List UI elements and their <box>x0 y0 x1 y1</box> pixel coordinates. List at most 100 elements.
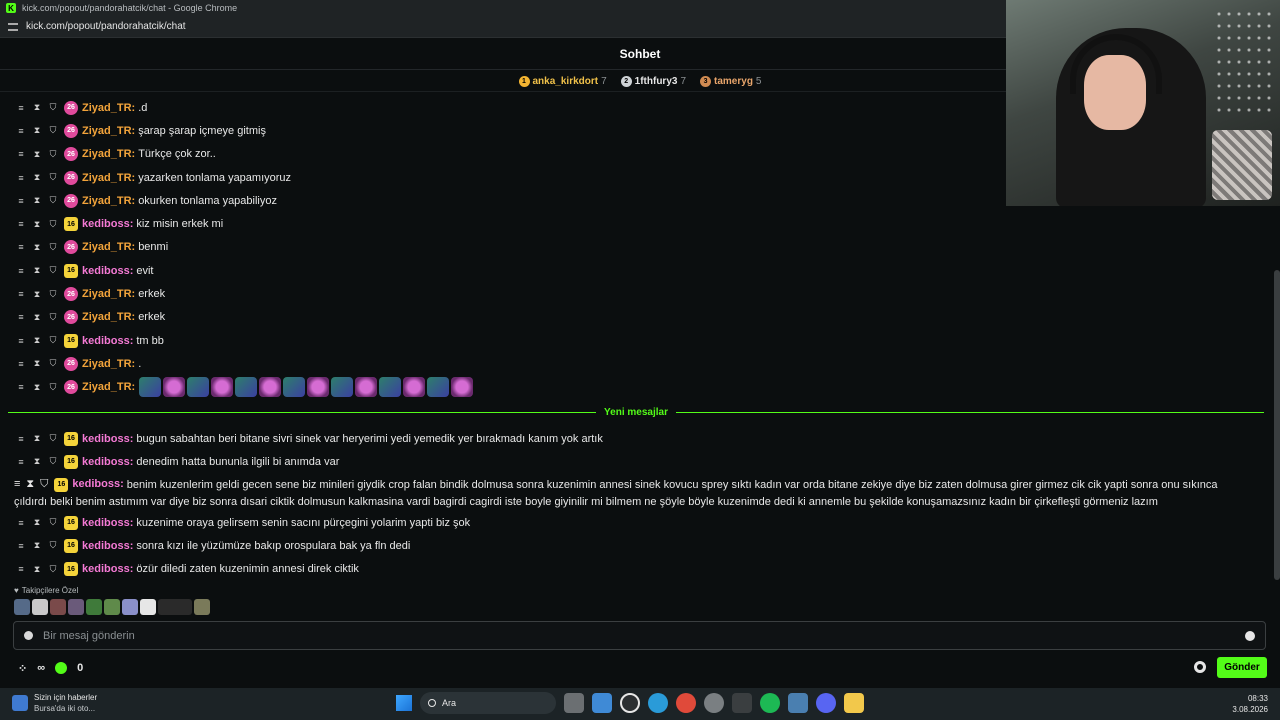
chat-username[interactable]: Ziyad_TR <box>82 358 132 370</box>
spotify-icon[interactable] <box>760 693 780 713</box>
emote-icon[interactable] <box>194 599 210 615</box>
emote-icon[interactable] <box>14 599 30 615</box>
ban-shield-icon[interactable]: ⛉ <box>48 433 58 444</box>
emote-icon[interactable] <box>122 599 138 615</box>
pin-message-icon[interactable]: ≡ <box>16 434 26 444</box>
ban-shield-icon[interactable]: ⛉ <box>48 172 58 183</box>
leaderboard-username[interactable]: 1fthfury3 <box>635 76 678 87</box>
emote-icon[interactable] <box>158 599 192 615</box>
chat-username[interactable]: kediboss <box>82 456 130 468</box>
file-explorer-icon[interactable] <box>844 693 864 713</box>
chat-username[interactable]: kediboss <box>82 335 130 347</box>
timeout-icon[interactable]: ⧗ <box>32 564 42 575</box>
ban-shield-icon[interactable]: ⛉ <box>48 358 58 369</box>
chat-message[interactable]: ≡ ⧗ ⛉ 26 Ziyad_TR:. <box>0 352 1272 375</box>
send-button[interactable]: Gönder <box>1217 657 1267 678</box>
emote-icon[interactable] <box>379 377 402 398</box>
chat-username[interactable]: kediboss <box>82 540 130 552</box>
emoji-picker-icon[interactable] <box>1245 630 1255 641</box>
ban-shield-icon[interactable]: ⛉ <box>48 540 58 551</box>
ban-shield-icon[interactable]: ⛉ <box>48 265 58 276</box>
emote-icon[interactable] <box>427 377 450 398</box>
chat-message[interactable]: ≡ ⧗ ⛉ 26 Ziyad_TR: erkek <box>0 282 1272 305</box>
ban-shield-icon[interactable]: ⛉ <box>40 476 48 493</box>
pin-message-icon[interactable]: ≡ <box>16 196 26 206</box>
emote-icon[interactable] <box>259 377 282 398</box>
ban-shield-icon[interactable]: ⛉ <box>48 335 58 346</box>
emote-icon[interactable] <box>163 377 186 398</box>
user-badges-icon[interactable]: ⁘ <box>18 662 27 675</box>
pin-message-icon[interactable]: ≡ <box>16 312 26 322</box>
emote-icon[interactable] <box>86 599 102 615</box>
emote-icon[interactable] <box>50 599 66 615</box>
chat-username[interactable]: Ziyad_TR <box>82 172 132 184</box>
chat-message[interactable]: ≡ ⧗ ⛉ 26 Ziyad_TR: <box>0 376 1272 399</box>
ban-shield-icon[interactable]: ⛉ <box>48 517 58 528</box>
emote-icon[interactable] <box>355 377 378 398</box>
pin-message-icon[interactable]: ≡ <box>16 219 26 229</box>
chat-username[interactable]: Ziyad_TR <box>82 288 132 300</box>
steam-icon[interactable] <box>788 693 808 713</box>
pin-message-icon[interactable]: ≡ <box>16 564 26 574</box>
pin-message-icon[interactable]: ≡ <box>16 173 26 183</box>
timeout-icon[interactable]: ⧗ <box>32 172 42 183</box>
emote-icon[interactable] <box>451 377 474 398</box>
ban-shield-icon[interactable]: ⛉ <box>48 219 58 230</box>
pin-message-icon[interactable]: ≡ <box>16 266 26 276</box>
pin-message-icon[interactable]: ≡ <box>16 518 26 528</box>
timeout-icon[interactable]: ⧗ <box>32 125 42 136</box>
pin-message-icon[interactable]: ≡ <box>16 336 26 346</box>
chat-message[interactable]: ≡ ⧗ ⛉ 26 Ziyad_TR: erkek <box>0 306 1272 329</box>
app-icon[interactable] <box>704 693 724 713</box>
chat-username[interactable]: kediboss <box>82 433 130 445</box>
leaderboard-username[interactable]: tameryg <box>714 76 753 87</box>
timeout-icon[interactable]: ⧗ <box>32 195 42 206</box>
pin-message-icon[interactable]: ≡ <box>16 457 26 467</box>
chat-username[interactable]: Ziyad_TR <box>82 381 132 393</box>
timeout-icon[interactable]: ⧗ <box>32 358 42 369</box>
timeout-icon[interactable]: ⧗ <box>32 456 42 467</box>
timeout-icon[interactable]: ⧗ <box>32 149 42 160</box>
kick-points-icon[interactable] <box>55 662 68 674</box>
pin-message-icon[interactable]: ≡ <box>16 103 26 113</box>
ban-shield-icon[interactable]: ⛉ <box>48 312 58 323</box>
timeout-icon[interactable]: ⧗ <box>32 242 42 253</box>
chat-username[interactable]: kediboss <box>72 476 120 493</box>
chat-message[interactable]: ≡ ⧗ ⛉ 16 kediboss: tm bb <box>0 329 1272 352</box>
ban-shield-icon[interactable]: ⛉ <box>48 456 58 467</box>
windows-start-icon[interactable] <box>396 695 412 711</box>
ban-shield-icon[interactable]: ⛉ <box>48 289 58 300</box>
chatgpt-icon[interactable] <box>620 693 640 713</box>
pin-message-icon[interactable]: ≡ <box>16 149 26 159</box>
emote-icon[interactable] <box>139 377 162 398</box>
ban-shield-icon[interactable]: ⛉ <box>48 149 58 160</box>
chat-username[interactable]: Ziyad_TR <box>82 148 132 160</box>
ban-shield-icon[interactable]: ⛉ <box>48 125 58 136</box>
chat-username[interactable]: Ziyad_TR <box>82 195 132 207</box>
emote-icon[interactable] <box>235 377 258 398</box>
obs-icon[interactable] <box>732 693 752 713</box>
ban-shield-icon[interactable]: ⛉ <box>48 564 58 575</box>
chat-message[interactable]: ≡ ⧗ ⛉ 16 kediboss: sonra kızı ile yüzümüze ba… <box>0 534 1272 557</box>
ban-shield-icon[interactable]: ⛉ <box>48 102 58 113</box>
chat-message[interactable]: ≡ ⧗ ⛉ 16 kediboss: kuzenime oraya gelirsem se… <box>0 511 1272 534</box>
pin-message-icon[interactable]: ≡ <box>16 359 26 369</box>
chat-username[interactable]: kediboss <box>82 517 130 529</box>
chat-message-input[interactable] <box>43 629 1235 642</box>
chat-message[interactable]: ≡ ⧗ ⛉ 16 kediboss: kiz misin erkek mi <box>0 212 1272 235</box>
chat-message[interactable]: ≡ ⧗ ⛉ 16 kediboss: özür diledi zaten kuzenimi… <box>0 557 1272 580</box>
timeout-icon[interactable]: ⧗ <box>26 476 34 493</box>
edge-icon[interactable] <box>648 693 668 713</box>
chat-message[interactable]: ≡ ⧗ ⛉ 16 kediboss: denedim hatta bununla ilgi… <box>0 450 1272 473</box>
chat-input-box[interactable] <box>13 621 1266 650</box>
timeout-icon[interactable]: ⧗ <box>32 289 42 300</box>
emote-icon[interactable] <box>283 377 306 398</box>
taskbar-search[interactable]: Ara <box>420 692 556 714</box>
timeout-icon[interactable]: ⧗ <box>32 312 42 323</box>
emote-icon[interactable] <box>307 377 330 398</box>
pin-message-icon[interactable]: ≡ <box>16 242 26 252</box>
chat-message[interactable]: ≡ ⧗ ⛉ 16 kediboss: evit <box>0 259 1272 282</box>
emote-icon[interactable] <box>104 599 120 615</box>
pin-message-icon[interactable]: ≡ <box>16 289 26 299</box>
chrome-icon[interactable] <box>676 693 696 713</box>
